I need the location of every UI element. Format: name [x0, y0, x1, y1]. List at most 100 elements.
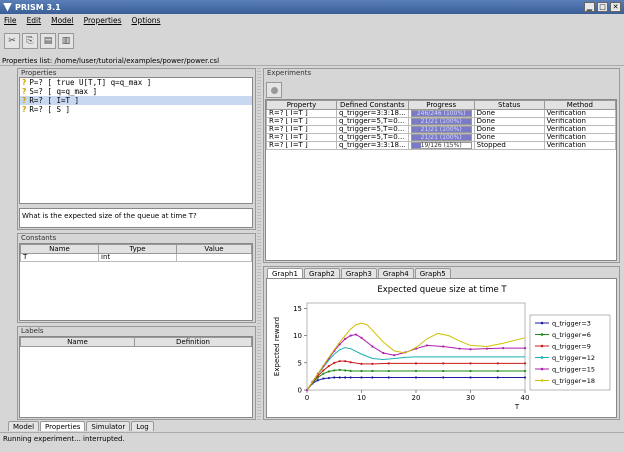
table-row[interactable]: T int	[20, 253, 252, 262]
data-point	[338, 360, 341, 363]
data-point	[344, 369, 347, 372]
cut-button[interactable]: ✂	[4, 33, 20, 49]
progress-bar: 19/126 (15%)	[410, 142, 472, 149]
column-header-progress[interactable]: Progress	[407, 100, 475, 110]
data-point	[469, 369, 472, 373]
constant-name[interactable]: T	[20, 253, 99, 262]
column-header-constants[interactable]: Defined Constants	[336, 100, 409, 110]
menu-properties[interactable]: Properties	[84, 16, 122, 25]
column-header-definition[interactable]: Definition	[134, 337, 252, 347]
data-point	[360, 369, 363, 373]
experiment-method[interactable]: Verification	[543, 141, 617, 150]
tab-graph4[interactable]: Graph4	[377, 268, 414, 278]
experiment-method[interactable]: Verification	[543, 117, 617, 126]
experiment-method[interactable]: Verification	[543, 109, 617, 118]
data-point	[338, 376, 341, 379]
data-point	[387, 369, 390, 373]
tab-graph2[interactable]: Graph2	[303, 268, 340, 278]
experiments-panel-title: Experiments	[267, 69, 312, 77]
experiment-method[interactable]: Verification	[543, 125, 617, 134]
experiment-property[interactable]: R=? [ I=T ]	[266, 141, 337, 150]
menu-options[interactable]: Options	[132, 16, 161, 25]
bottom-tabs: Model Properties Simulator Log	[8, 421, 154, 431]
x-tick-label: 10	[357, 394, 366, 402]
experiment-property[interactable]: R=? [ I=T ]	[266, 117, 337, 126]
app-menu-icon[interactable]	[3, 2, 12, 12]
column-header-name[interactable]: Name	[20, 244, 99, 254]
experiment-status[interactable]: Done	[473, 117, 545, 126]
question-icon: ?	[22, 78, 27, 87]
experiment-progress[interactable]: 19/126 (15%)	[407, 141, 475, 150]
tab-properties[interactable]: Properties	[40, 421, 86, 431]
run-experiment-button[interactable]	[266, 82, 282, 98]
question-icon: ?	[22, 87, 27, 96]
column-header-method[interactable]: Method	[543, 100, 617, 110]
column-header-name[interactable]: Name	[20, 337, 135, 347]
property-item[interactable]: ? R=? [ S ]	[20, 105, 252, 114]
experiment-constants[interactable]: q_trigger=3:3:18...	[336, 109, 409, 118]
data-point	[327, 370, 330, 373]
experiment-constants[interactable]: q_trigger=5,T=0...	[336, 125, 409, 134]
constant-value[interactable]	[176, 253, 252, 262]
experiment-progress[interactable]: 21/21 (100%)	[407, 125, 475, 134]
column-header-status[interactable]: Status	[473, 100, 545, 110]
vertical-splitter[interactable]	[257, 68, 261, 420]
toolbar: ✂ ⎘ ▤ ▥	[4, 30, 74, 52]
table-row[interactable]: R=? [ I=T ] q_trigger=5,T=0... 21/21 (100%…	[266, 133, 617, 142]
data-point	[469, 348, 472, 351]
data-point	[354, 333, 358, 336]
experiment-property[interactable]: R=? [ I=T ]	[266, 125, 337, 134]
table-row[interactable]: R=? [ I=T ] q_trigger=3:3:18... 19/126 (15…	[266, 141, 617, 150]
experiment-progress[interactable]: 21/21 (100%)	[407, 117, 475, 126]
experiment-progress[interactable]: 246/246 (100%)	[407, 109, 475, 118]
property-description: What is the expected size of the queue a…	[19, 208, 253, 228]
table-row[interactable]: R=? [ I=T ] q_trigger=5,T=0... 21/21 (100%…	[266, 117, 617, 126]
menu-model[interactable]: Model	[51, 16, 74, 25]
table-row[interactable]: R=? [ I=T ] q_trigger=3:3:18... 246/246 (1…	[266, 109, 617, 118]
data-point	[442, 362, 445, 365]
minimize-button[interactable]: ▁	[584, 2, 595, 12]
window-title: PRISM 3.1	[15, 2, 61, 12]
legend-marker	[540, 367, 544, 371]
tab-graph3[interactable]: Graph3	[340, 268, 377, 278]
constant-type[interactable]: int	[98, 253, 177, 262]
close-button[interactable]: ✕	[610, 2, 621, 12]
tab-graph5[interactable]: Graph5	[414, 268, 451, 278]
experiment-property[interactable]: R=? [ I=T ]	[266, 109, 337, 118]
data-point	[387, 376, 390, 379]
experiment-status[interactable]: Done	[473, 125, 545, 134]
property-item-selected[interactable]: ? R=? [ I=T ]	[20, 96, 252, 105]
menu-edit[interactable]: Edit	[27, 16, 42, 25]
experiment-constants[interactable]: q_trigger=5,T=0...	[336, 133, 409, 142]
tab-graph1[interactable]: Graph1	[267, 268, 303, 278]
tab-log[interactable]: Log	[131, 421, 154, 431]
experiment-method[interactable]: Verification	[543, 133, 617, 142]
experiment-constants[interactable]: q_trigger=3:3:18...	[336, 141, 409, 150]
maximize-button[interactable]: □	[597, 2, 608, 12]
delete-button[interactable]: ▥	[58, 33, 74, 49]
experiment-constants[interactable]: q_trigger=5,T=0...	[336, 117, 409, 126]
tab-simulator[interactable]: Simulator	[86, 421, 131, 431]
menu-file[interactable]: File	[4, 16, 17, 25]
paste-button[interactable]: ▤	[40, 33, 56, 49]
constants-table: Name Type Value T int	[20, 244, 252, 262]
column-header-property[interactable]: Property	[266, 100, 337, 110]
experiment-status[interactable]: Done	[473, 133, 545, 142]
column-header-value[interactable]: Value	[176, 244, 252, 254]
properties-list[interactable]: ? P=? [ true U[T,T] q=q_max ] ? S=? [ q=q_…	[19, 77, 253, 204]
progress-text: 19/126 (15%)	[420, 142, 462, 149]
y-tick-label: 10	[293, 332, 302, 340]
property-item[interactable]: ? P=? [ true U[T,T] q=q_max ]	[20, 78, 252, 87]
copy-button[interactable]: ⎘	[22, 33, 38, 49]
column-header-type[interactable]: Type	[98, 244, 177, 254]
tab-model[interactable]: Model	[8, 421, 40, 431]
experiment-property[interactable]: R=? [ I=T ]	[266, 133, 337, 142]
y-tick-label: 15	[293, 305, 302, 313]
experiment-status[interactable]: Stopped	[473, 141, 545, 150]
experiment-progress[interactable]: 21/21 (100%)	[407, 133, 475, 142]
experiment-status[interactable]: Done	[473, 109, 545, 118]
property-item[interactable]: ? S=? [ q=q_max ]	[20, 87, 252, 96]
scissors-icon: ✂	[8, 36, 16, 46]
legend-label: q_trigger=6	[552, 331, 591, 339]
table-row[interactable]: R=? [ I=T ] q_trigger=5,T=0... 21/21 (100%…	[266, 125, 617, 134]
